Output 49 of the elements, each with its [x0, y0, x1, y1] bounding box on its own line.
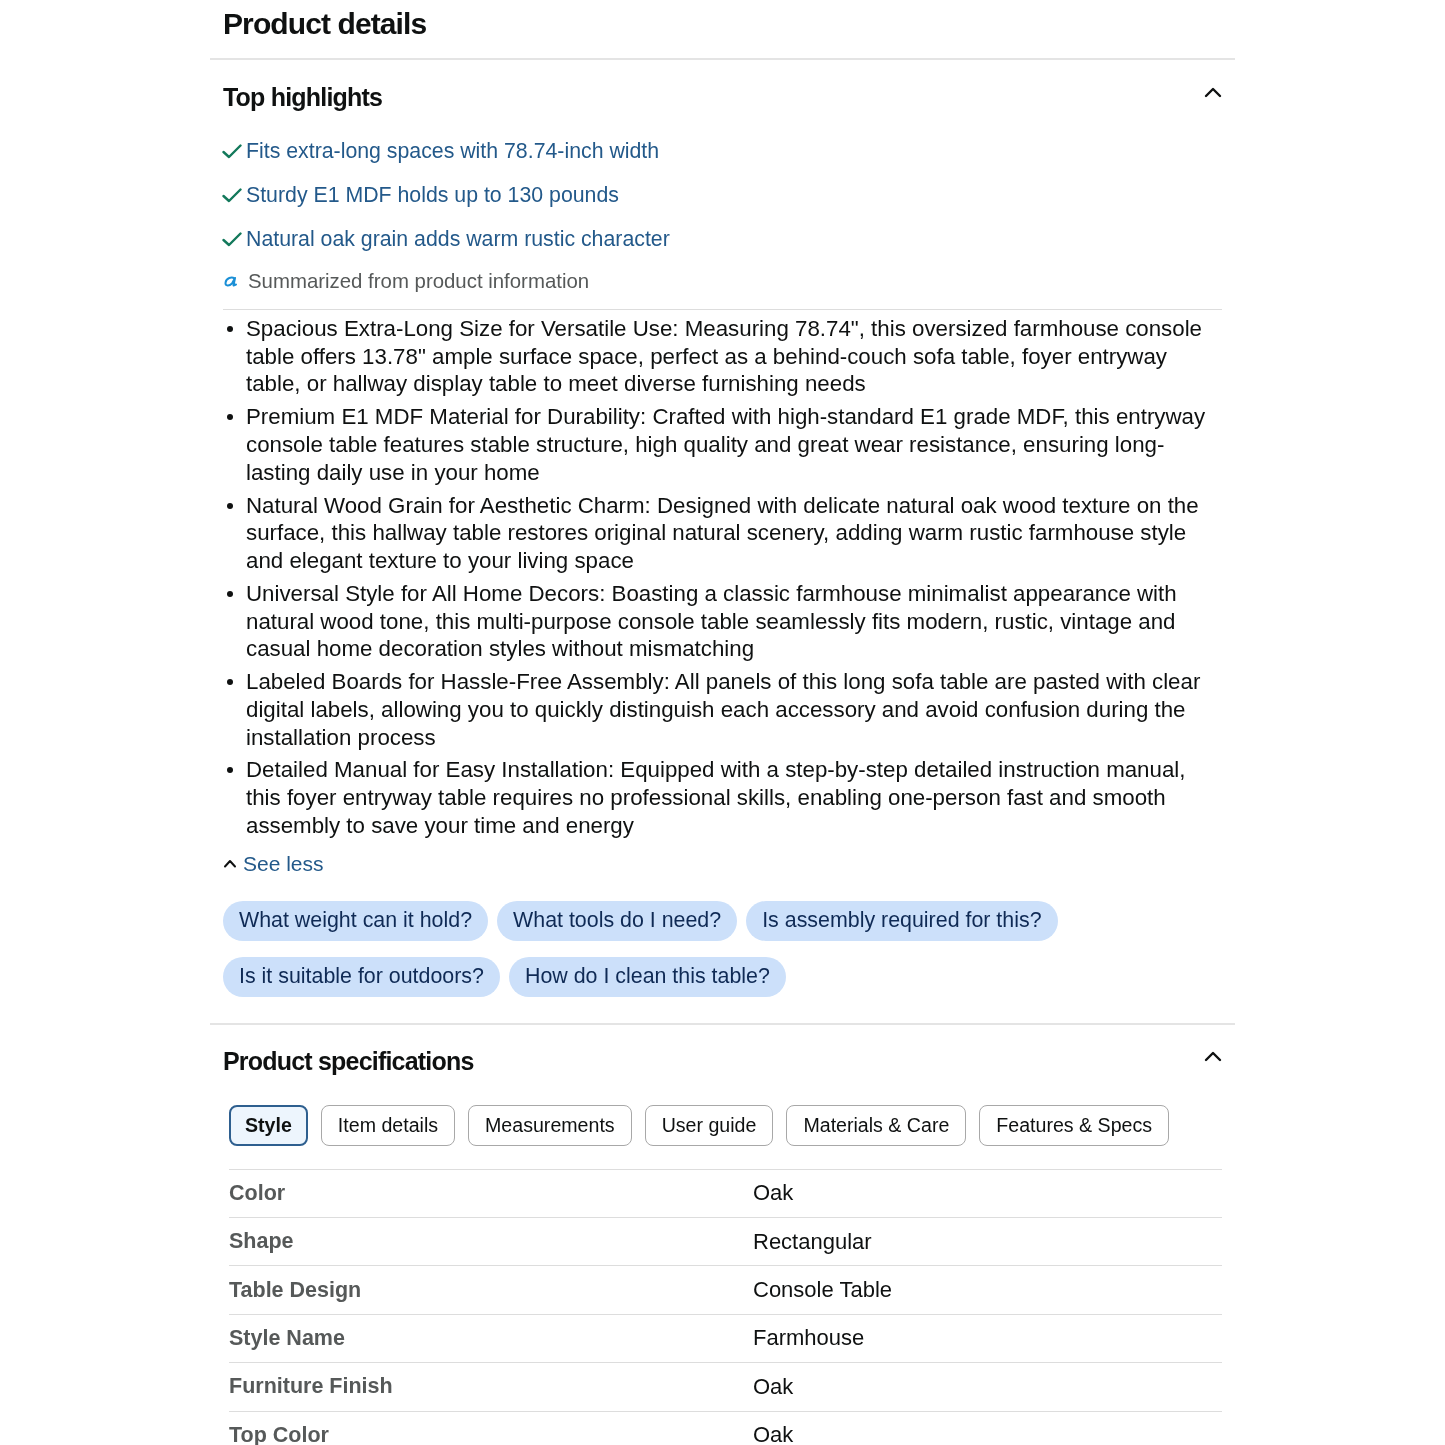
spec-tab[interactable]: Materials & Care: [786, 1104, 967, 1146]
spec-value: Console Table: [753, 1277, 894, 1304]
question-chip[interactable]: What tools do I need?: [497, 900, 738, 941]
spec-value: Oak: [753, 1180, 795, 1207]
spec-value: Farmhouse: [753, 1325, 866, 1352]
spec-value: Oak: [753, 1422, 795, 1445]
spec-tab[interactable]: Style: [229, 1104, 308, 1146]
bullet-text: Universal Style for All Home Decors: Boasting a classic farmhouse minimalist appearance with natural wood tone, this multi-purpose console table seamlessly fits modern, rustic, vintage and casual home decoration styles without mismatching: [246, 579, 1178, 663]
spec-tab[interactable]: Item details: [320, 1104, 456, 1146]
bullet-icon: [227, 414, 233, 421]
highlight-text: Fits extra-long spaces with 78.74-inch width: [246, 138, 660, 164]
check-icon: [222, 231, 242, 247]
section-title: Product specifications: [223, 1045, 474, 1077]
question-chip[interactable]: Is assembly required for this?: [746, 900, 1058, 941]
question-chip[interactable]: How do I clean this table?: [508, 956, 786, 997]
bullet-text: Labeled Boards for Hassle-Free Assembly: All panels of this long sofa table are pasted with clear digital labels, allowing you to quickly distinguish each accessory and avoid confusion during the installation process: [246, 668, 1202, 752]
question-chip[interactable]: What weight can it hold?: [223, 900, 489, 941]
bullet-icon: [227, 679, 233, 686]
section-title: Top highlights: [223, 82, 383, 113]
spec-label: Shape: [229, 1229, 295, 1255]
spec-tab[interactable]: Measurements: [468, 1104, 632, 1146]
loop-icon: [224, 275, 237, 287]
spec-value: Rectangular: [753, 1228, 873, 1255]
bullet-icon: [227, 502, 233, 509]
bullet-icon: [227, 326, 233, 332]
bullet-icon: [227, 590, 233, 597]
chevron-icon[interactable]: [1204, 1050, 1222, 1062]
spec-label: Table Design: [229, 1277, 363, 1303]
summary-note: Summarized from product information: [248, 269, 590, 293]
chevron-icon[interactable]: [1204, 87, 1222, 98]
spec-label: Furniture Finish: [229, 1374, 394, 1400]
question-chip[interactable]: Is it suitable for outdoors?: [223, 956, 500, 997]
spec-label: Color: [229, 1180, 287, 1206]
see-less-link[interactable]: See less: [223, 848, 324, 879]
check-icon: [222, 187, 242, 203]
spec-label: Style Name: [229, 1325, 346, 1351]
spec-tab[interactable]: Features & Specs: [979, 1104, 1170, 1146]
caret-icon: [223, 859, 237, 869]
page-title: Product details: [222, 6, 428, 42]
bullet-text: Detailed Manual for Easy Installation: Equipped with a step-by-step detailed instruction manual, this foyer entryway table requires no professional skills, enabling one-person fast and smooth assembly to save your time and energy: [246, 756, 1187, 840]
highlight-text: Sturdy E1 MDF holds up to 130 pounds: [246, 182, 619, 208]
bullet-icon: [227, 767, 233, 774]
spec-value: Oak: [753, 1373, 795, 1400]
bullet-text: Natural Wood Grain for Aesthetic Charm: Designed with delicate natural oak wood texture on the surface, this hallway table restores original natural scenery, adding warm rustic farmhouse style and elegant texture to your living space: [246, 491, 1200, 575]
check-icon: [222, 143, 242, 159]
highlight-text: Natural oak grain adds warm rustic character: [246, 226, 670, 252]
bullet-text: Spacious Extra-Long Size for Versatile Use: Measuring 78.74", this oversized farmhouse console table offers 13.78" ample surface space, perfect as a behind-couch sofa table, foyer entryway table, or hallway display table to meet diverse furnishing needs: [246, 315, 1204, 399]
bullet-text: Premium E1 MDF Material for Durability: Crafted with high-standard E1 grade MDF, this entryway console table features stable structure, high quality and great wear resistance, ensuring long-lasting daily use in your home: [246, 403, 1207, 487]
spec-tab[interactable]: User guide: [644, 1104, 774, 1146]
